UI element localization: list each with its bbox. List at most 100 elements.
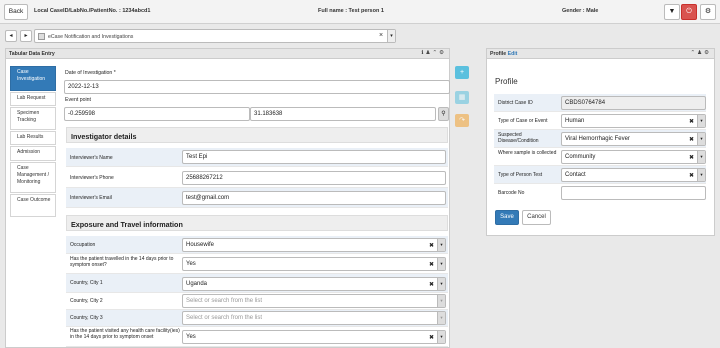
- barcode-input[interactable]: [561, 186, 706, 200]
- map-pin-button[interactable]: ⚲: [438, 107, 449, 121]
- travelled-select[interactable]: Yes ✖ ▾: [182, 257, 446, 271]
- country-city-3-placeholder: Select or search from the list: [186, 315, 263, 321]
- investigator-section-header: Investigator details: [66, 127, 448, 143]
- tab-checkbox-icon: [38, 33, 45, 40]
- previous-tab-button[interactable]: ◂: [5, 30, 17, 42]
- next-tab-button[interactable]: ▸: [20, 30, 32, 42]
- exposure-row: Country, City 2 Select or search from th…: [66, 293, 448, 310]
- gear-icon[interactable]: ⚙: [704, 50, 711, 56]
- profile-row: Suspected Disease/Condition Viral Hemorr…: [494, 130, 706, 148]
- dropdown-arrow-icon[interactable]: ▾: [697, 115, 705, 127]
- tab-dropdown-arrow-icon[interactable]: ▾: [387, 30, 395, 42]
- interviewer-phone-input[interactable]: 25688267212: [182, 171, 446, 185]
- clear-icon[interactable]: ✖: [429, 261, 434, 268]
- occupation-value: Housewife: [186, 242, 215, 248]
- gear-icon[interactable]: ⚙: [439, 50, 446, 56]
- country-city-1-value: Uganda: [186, 281, 208, 287]
- occupation-select[interactable]: Housewife ✖ ▾: [182, 238, 446, 252]
- clear-icon[interactable]: ✖: [429, 281, 434, 288]
- sidebar-item-case-investigation[interactable]: Case Investigation: [10, 66, 56, 91]
- close-record-button[interactable]: ⏻: [681, 4, 697, 20]
- investigator-row: Interviewer's Email test@gmail.com: [66, 188, 448, 208]
- sidebar-item-lab-results[interactable]: Lab Results: [10, 131, 56, 145]
- date-of-investigation-input[interactable]: 2022-12-13: [64, 80, 450, 94]
- case-investigation-form: Date of Investigation * 2022-12-13 Event…: [62, 66, 452, 347]
- sample-location-value: Community: [565, 154, 596, 160]
- profile-panel-icons: ⌃♟⚙: [691, 50, 711, 56]
- health-facility-visit-select[interactable]: Yes ✖ ▾: [182, 330, 446, 344]
- suspected-disease-label: Suspected Disease/Condition: [498, 132, 539, 144]
- exposure-row: Has the patient visited any health care …: [66, 327, 448, 347]
- pin-button[interactable]: ▼: [664, 4, 680, 20]
- exposure-row: Country, City 1 Uganda ✖ ▾: [66, 274, 448, 293]
- settings-button[interactable]: ⚙: [700, 4, 716, 20]
- dropdown-arrow-icon[interactable]: ▾: [697, 169, 705, 181]
- type-of-case-label: Type of Case or Event: [498, 118, 548, 124]
- dropdown-arrow-icon[interactable]: ▾: [437, 239, 445, 251]
- investigator-row: Interviewer's Phone 25688267212: [66, 168, 448, 188]
- tabular-panel-header: Tabular Data Entry ℹ♟⌃⚙: [6, 49, 449, 59]
- sidebar-item-specimen-tracking[interactable]: Specimen Tracking: [10, 107, 56, 130]
- sidebar-item-case-outcome[interactable]: Case Outcome: [10, 194, 56, 217]
- share-button[interactable]: ↷: [455, 114, 469, 127]
- sidebar-item-case-management[interactable]: Case Management / Monitoring: [10, 162, 56, 193]
- full-name: Full name : Test person 1: [318, 8, 384, 14]
- add-button[interactable]: +: [455, 66, 469, 79]
- country-city-3-select[interactable]: Select or search from the list ▾: [182, 311, 446, 325]
- longitude-input[interactable]: -0.259598: [64, 107, 250, 121]
- country-city-3-label: Country, City 3: [70, 315, 103, 321]
- clear-icon[interactable]: ✖: [689, 172, 694, 179]
- dropdown-arrow-icon[interactable]: ▾: [697, 151, 705, 163]
- dropdown-arrow-icon[interactable]: ▾: [437, 278, 445, 290]
- clear-icon[interactable]: ✖: [689, 118, 694, 125]
- type-of-case-select[interactable]: Human ✖ ▾: [561, 114, 706, 128]
- dropdown-arrow-icon[interactable]: ▾: [437, 331, 445, 343]
- dropdown-arrow-icon[interactable]: ▾: [437, 312, 445, 324]
- profile-panel-header: Profile Edit ⌃♟⚙: [487, 49, 714, 59]
- clear-icon[interactable]: ✖: [689, 154, 694, 161]
- latitude-input[interactable]: 31.183638: [250, 107, 436, 121]
- top-bar: Back Local CaseID/LabNo./PatientNo. : 12…: [0, 0, 720, 24]
- dropdown-arrow-icon[interactable]: ▾: [697, 133, 705, 145]
- profile-row: Where sample is collected Community ✖ ▾: [494, 148, 706, 166]
- travelled-label: Has the patient travelled in the 14 days…: [70, 256, 174, 268]
- sidebar-item-admission[interactable]: Admission: [10, 146, 56, 161]
- profile-edit-link[interactable]: Edit: [508, 51, 518, 57]
- profile-heading: Profile: [495, 77, 518, 86]
- type-of-case-value: Human: [565, 118, 585, 124]
- person-test-type-select[interactable]: Contact ✖ ▾: [561, 168, 706, 182]
- cancel-button[interactable]: Cancel: [522, 210, 551, 225]
- health-facility-visit-value: Yes: [186, 334, 196, 340]
- calendar-button[interactable]: ▦: [455, 91, 469, 104]
- save-button[interactable]: Save: [495, 210, 519, 225]
- country-city-1-select[interactable]: Uganda ✖ ▾: [182, 277, 446, 291]
- clear-tab-icon[interactable]: ×: [379, 32, 383, 39]
- clear-icon[interactable]: ✖: [429, 334, 434, 341]
- profile-row: District Case ID CBDS0764784: [494, 94, 706, 112]
- tab-selector[interactable]: eCase Notification and Investigations × …: [34, 29, 396, 43]
- exposure-row: Has the patient travelled in the 14 days…: [66, 254, 448, 274]
- interviewer-name-input[interactable]: Test Epi: [182, 150, 446, 164]
- dropdown-arrow-icon[interactable]: ▾: [437, 258, 445, 270]
- selected-tab-label: eCase Notification and Investigations: [48, 33, 134, 40]
- clear-icon[interactable]: ✖: [429, 242, 434, 249]
- clear-icon[interactable]: ✖: [689, 136, 694, 143]
- interviewer-phone-label: Interviewer's Phone: [70, 175, 114, 181]
- map-marker-icon: ⚲: [441, 111, 446, 117]
- sample-location-select[interactable]: Community ✖ ▾: [561, 150, 706, 164]
- date-of-investigation-label: Date of Investigation *: [65, 70, 116, 76]
- interviewer-email-input[interactable]: test@gmail.com: [182, 191, 446, 205]
- person-test-type-label: Type of Person Test: [498, 172, 543, 178]
- back-button[interactable]: Back: [4, 4, 28, 20]
- district-case-id-label: District Case ID: [498, 100, 533, 106]
- travelled-value: Yes: [186, 261, 196, 267]
- tab-navigation-bar: ◂ ▸ eCase Notification and Investigation…: [0, 26, 720, 46]
- dropdown-arrow-icon[interactable]: ▾: [437, 295, 445, 307]
- pin-icon: ▼: [668, 8, 676, 15]
- sidebar-item-lab-request[interactable]: Lab Request: [10, 92, 56, 106]
- barcode-label: Barcode No: [498, 190, 525, 196]
- gear-icon: ⚙: [704, 8, 712, 15]
- country-city-2-select[interactable]: Select or search from the list ▾: [182, 294, 446, 308]
- sample-location-label: Where sample is collected: [498, 150, 557, 156]
- suspected-disease-select[interactable]: Viral Hemorrhagic Fever ✖ ▾: [561, 132, 706, 146]
